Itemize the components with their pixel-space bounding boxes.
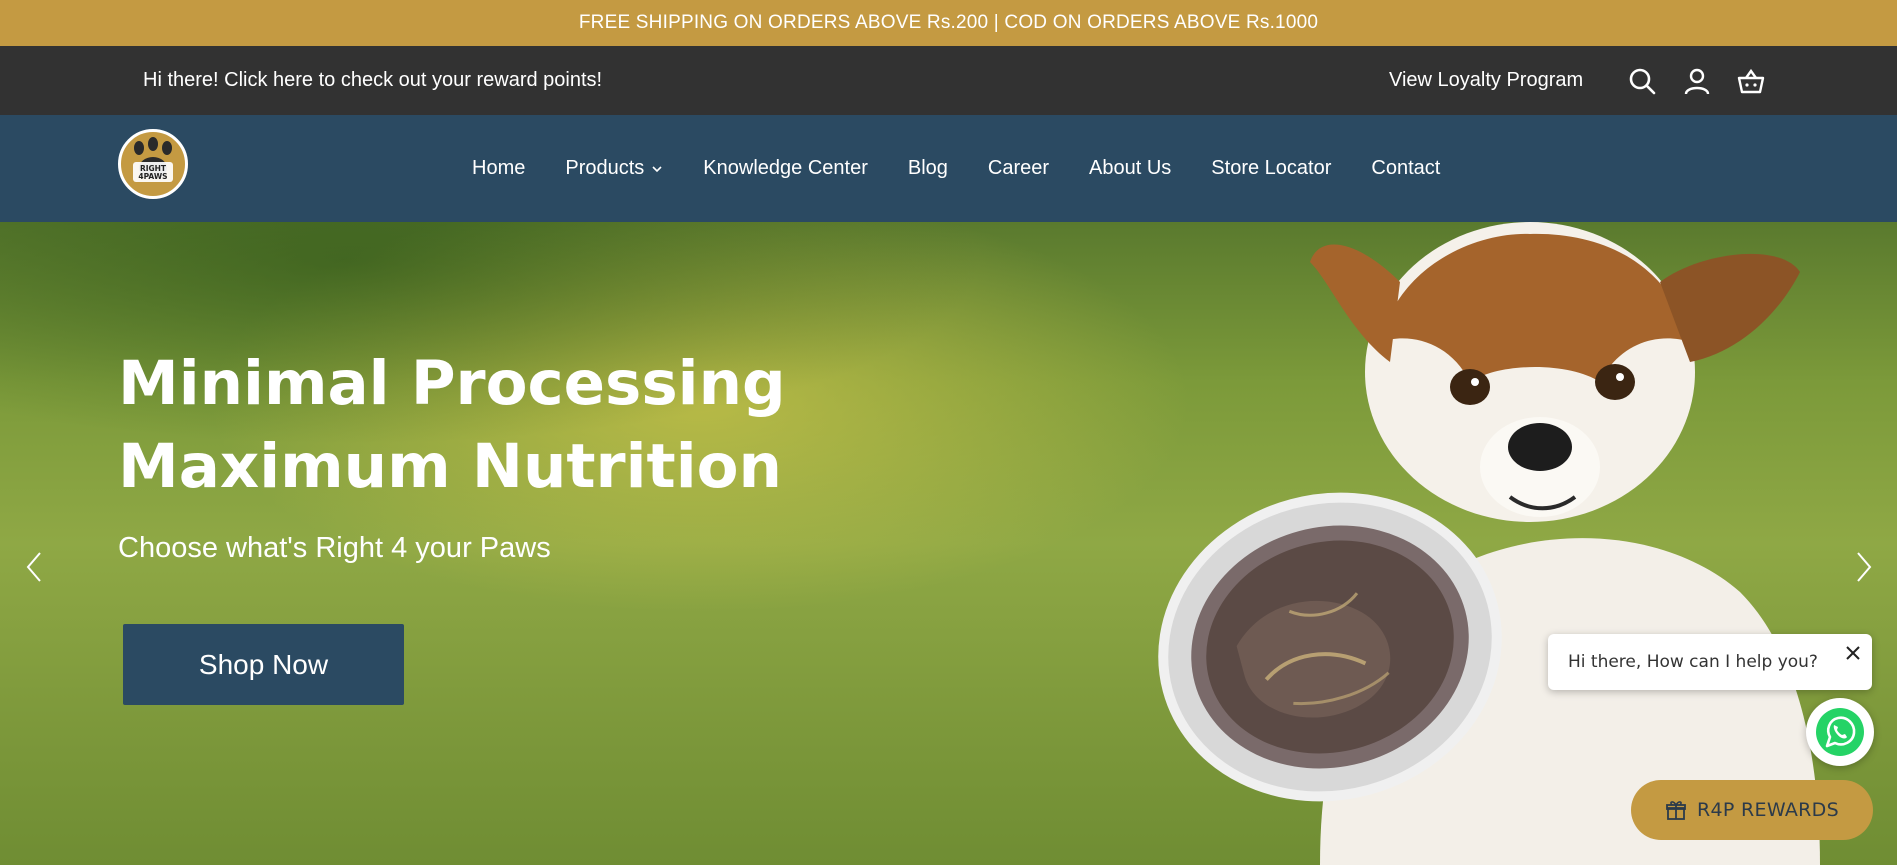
nav-item-label: Home [472,157,526,179]
reward-points-link[interactable]: Hi there! Click here to check out your r… [143,46,602,115]
nav-item-knowledge-center[interactable]: Knowledge Center [703,157,868,180]
search-icon[interactable] [1627,66,1657,96]
nav-item-products[interactable]: Products [565,157,663,180]
chevron-left-icon[interactable] [20,547,46,587]
nav-item-label: Knowledge Center [703,157,868,179]
nav-item-label: Career [987,157,1050,179]
rewards-label: R4P REWARDS [1697,799,1839,821]
nav-item-label: Products [565,157,645,179]
main-nav: RIGHT 4PAWS Home Products Knowledge Cent… [0,115,1897,222]
hero-title-line2: Maximum Nutrition [118,431,782,502]
whatsapp-button[interactable] [1806,698,1874,766]
dog-with-bowl-image [1158,222,1820,865]
announcement-bar: FREE SHIPPING ON ORDERS ABOVE Rs.200 | C… [0,0,1897,46]
nav-item-blog[interactable]: Blog [908,157,948,180]
nav-item-store-locator[interactable]: Store Locator [1211,157,1331,180]
shop-now-button[interactable]: Shop Now [123,624,404,705]
top-bar: Hi there! Click here to check out your r… [0,46,1897,115]
whatsapp-icon [1816,708,1864,756]
account-icon[interactable] [1682,66,1712,96]
nav-item-label: Blog [907,157,948,179]
cart-icon[interactable] [1736,66,1766,96]
nav-menu: Home Products Knowledge Center Blog Care… [472,115,1480,222]
nav-item-contact[interactable]: Contact [1371,157,1440,180]
nav-item-label: About Us [1089,157,1172,179]
nav-item-label: Store Locator [1211,157,1332,179]
chevron-down-icon [652,165,662,172]
nav-item-home[interactable]: Home [472,157,525,180]
chat-message: Hi there, How can I help you? [1568,652,1818,672]
chevron-right-icon[interactable] [1852,547,1878,587]
nav-item-about-us[interactable]: About Us [1089,157,1171,180]
chat-greeting-bubble[interactable]: Hi there, How can I help you? [1548,634,1872,690]
hero-title: Minimal Processing Maximum Nutrition [118,342,786,508]
announcement-text: FREE SHIPPING ON ORDERS ABOVE Rs.200 | C… [578,12,1319,33]
rewards-button[interactable]: R4P REWARDS [1631,780,1873,840]
svg-text:4PAWS: 4PAWS [138,172,167,181]
nav-item-career[interactable]: Career [988,157,1049,180]
brand-logo[interactable]: RIGHT 4PAWS [118,129,188,199]
hero-subtitle: Choose what's Right 4 your Paws [118,532,551,564]
hero-banner: Minimal Processing Maximum Nutrition Cho… [0,222,1897,865]
loyalty-program-link[interactable]: View Loyalty Program [1389,46,1583,115]
gift-icon [1666,801,1686,820]
nav-item-label: Contact [1371,157,1441,179]
hero-title-line1: Minimal Processing [118,348,786,419]
close-icon[interactable] [1842,642,1864,664]
